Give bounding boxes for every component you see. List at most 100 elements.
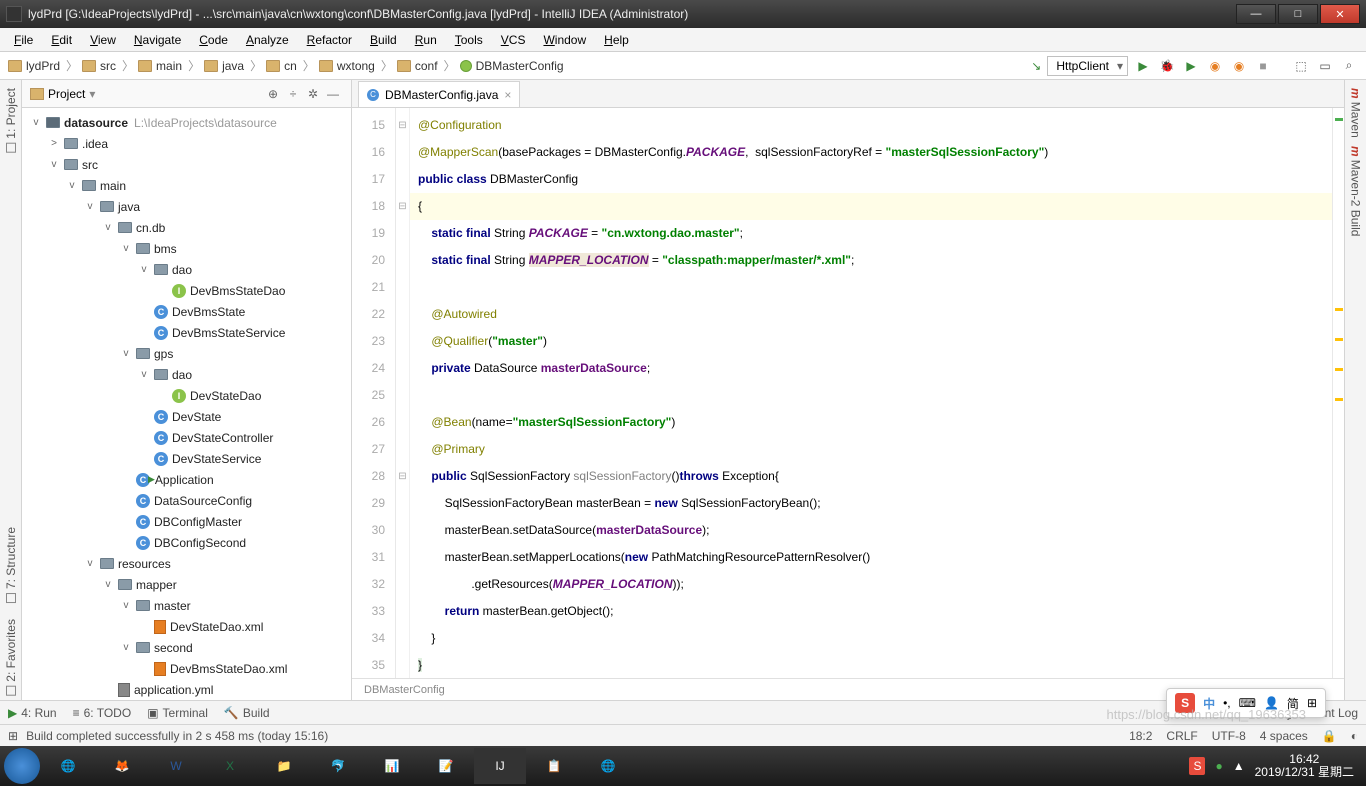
breadcrumb-item[interactable]: java〉 [204,57,264,74]
tree-node[interactable]: vsecond [22,637,351,658]
indent-info[interactable]: 4 spaces [1260,729,1308,743]
tree-node[interactable]: vbms [22,238,351,259]
tree-node[interactable]: CDevState [22,406,351,427]
menu-file[interactable]: File [6,31,41,49]
tree-node[interactable]: vcn.db [22,217,351,238]
menu-analyze[interactable]: Analyze [238,31,297,49]
tray-sogou-icon[interactable]: S [1189,757,1205,775]
start-button[interactable] [4,748,40,784]
build-arrow-icon[interactable]: ↘ [1031,59,1041,73]
todo-tool-tab[interactable]: ≡6: TODO [73,706,132,720]
caret-position[interactable]: 18:2 [1129,729,1152,743]
ime-punct-icon[interactable]: •, [1223,696,1231,710]
tree-node[interactable]: IDevStateDao [22,385,351,406]
menu-navigate[interactable]: Navigate [126,31,189,49]
build-tool-tab[interactable]: 🔨Build [224,706,270,720]
ime-lang[interactable]: 中 [1203,695,1215,712]
ime-toolbar[interactable]: S 中 •, ⌨ 👤 简 ⊞ [1166,688,1326,718]
stop-icon[interactable]: ■ [1254,57,1272,75]
breadcrumb-item[interactable]: DBMasterConfig [460,59,564,73]
tree-node[interactable]: CDevStateService [22,448,351,469]
ime-keyboard-icon[interactable]: ⌨ [1239,696,1256,710]
task-chrome[interactable]: 🌐 [42,748,94,784]
tree-node[interactable]: application.yml [22,679,351,700]
tree-node[interactable]: IDevBmsStateDao [22,280,351,301]
collapse-icon[interactable]: ÷ [283,84,303,104]
menu-edit[interactable]: Edit [43,31,80,49]
tree-node[interactable]: vdao [22,259,351,280]
editor-tab[interactable]: C DBMasterConfig.java × [358,81,520,107]
tree-node[interactable]: CDevStateController [22,427,351,448]
breadcrumb-item[interactable]: cn〉 [266,57,317,74]
task-word[interactable]: W [150,748,202,784]
line-gutter[interactable]: 1516171819202122232425262728293031323334… [352,108,396,678]
tree-node[interactable]: DevBmsStateDao.xml [22,658,351,679]
tree-node[interactable]: CDBConfigSecond [22,532,351,553]
ime-user-icon[interactable]: 👤 [1264,696,1279,710]
profile-icon[interactable]: ◉ [1206,57,1224,75]
breadcrumb-item[interactable]: conf〉 [397,57,458,74]
fold-column[interactable]: ⊟⊟⊟ [396,108,410,678]
task-firefox[interactable]: 🦊 [96,748,148,784]
tree-node[interactable]: vresources [22,553,351,574]
run-icon[interactable]: ▶ [1134,57,1152,75]
menu-view[interactable]: View [82,31,124,49]
tree-node[interactable]: CDBConfigMaster [22,511,351,532]
tray-clock[interactable]: 16:42 2019/12/31 星期二 [1255,753,1354,779]
breadcrumb-item[interactable]: wxtong〉 [319,57,395,74]
favorites-tool-tab[interactable]: 2: Favorites [4,615,18,700]
line-separator[interactable]: CRLF [1166,729,1197,743]
breadcrumb-item[interactable]: src〉 [82,57,136,74]
locate-icon[interactable]: ⊕ [263,84,283,104]
maven-tool-tab[interactable]: m Maven [1349,84,1363,142]
task-app1[interactable]: 🐬 [312,748,364,784]
tree-node[interactable]: vmaster [22,595,351,616]
code-editor[interactable]: @Configuration@MapperScan(basePackages =… [410,108,1332,678]
tree-node[interactable]: vgps [22,343,351,364]
tray-icon[interactable]: ▲ [1233,759,1245,773]
task-intellij[interactable]: IJ [474,748,526,784]
lock-icon[interactable]: 🔒 [1322,729,1337,743]
task-chrome2[interactable]: 🌐 [582,748,634,784]
project-tree[interactable]: vdatasourceL:\IdeaProjects\datasource>.i… [22,108,351,700]
maven2-tool-tab[interactable]: m Maven-2 Build [1349,142,1363,240]
inspector-icon[interactable]: ◐ [1351,729,1358,743]
menu-tools[interactable]: Tools [447,31,491,49]
tree-node[interactable]: vmapper [22,574,351,595]
marker-strip[interactable] [1332,108,1344,678]
terminal-tool-tab[interactable]: ▣Terminal [147,706,208,720]
project-tool-tab[interactable]: 1: Project [4,84,18,157]
close-button[interactable]: ✕ [1320,4,1360,24]
breadcrumb-item[interactable]: main〉 [138,57,202,74]
structure-tool-tab[interactable]: 7: Structure [4,523,18,607]
ime-grid-icon[interactable]: ⊞ [1307,696,1317,710]
tree-node[interactable]: >.idea [22,133,351,154]
ime-simp-icon[interactable]: 简 [1287,695,1299,712]
task-excel[interactable]: X [204,748,256,784]
status-toggle-icon[interactable]: ⊞ [8,729,18,743]
menu-build[interactable]: Build [362,31,405,49]
minimize-button[interactable]: — [1236,4,1276,24]
menu-code[interactable]: Code [191,31,236,49]
tray-wechat-icon[interactable]: ● [1215,759,1222,773]
run-tool-tab[interactable]: ▶4: Run [8,706,57,720]
breadcrumb-item[interactable]: lydPrd〉 [8,57,80,74]
menu-vcs[interactable]: VCS [493,31,534,49]
tree-node[interactable]: CDevBmsStateService [22,322,351,343]
task-notepad[interactable]: 📝 [420,748,472,784]
menu-window[interactable]: Window [535,31,594,49]
run-config-dropdown[interactable]: HttpClient [1047,56,1128,76]
tree-node[interactable]: CDevBmsState [22,301,351,322]
tree-node[interactable]: vsrc [22,154,351,175]
tree-node[interactable]: DevStateDao.xml [22,616,351,637]
file-encoding[interactable]: UTF-8 [1212,729,1246,743]
git-icon[interactable]: ⬚ [1292,57,1310,75]
tab-close-icon[interactable]: × [504,88,511,102]
tree-node[interactable]: CDataSourceConfig [22,490,351,511]
attach-icon[interactable]: ◉ [1230,57,1248,75]
tree-node[interactable]: C▶Application [22,469,351,490]
hide-icon[interactable]: — [323,84,343,104]
tree-node[interactable]: vmain [22,175,351,196]
search-icon[interactable]: ⌕ [1340,57,1358,75]
settings-icon[interactable]: ✲ [303,84,323,104]
